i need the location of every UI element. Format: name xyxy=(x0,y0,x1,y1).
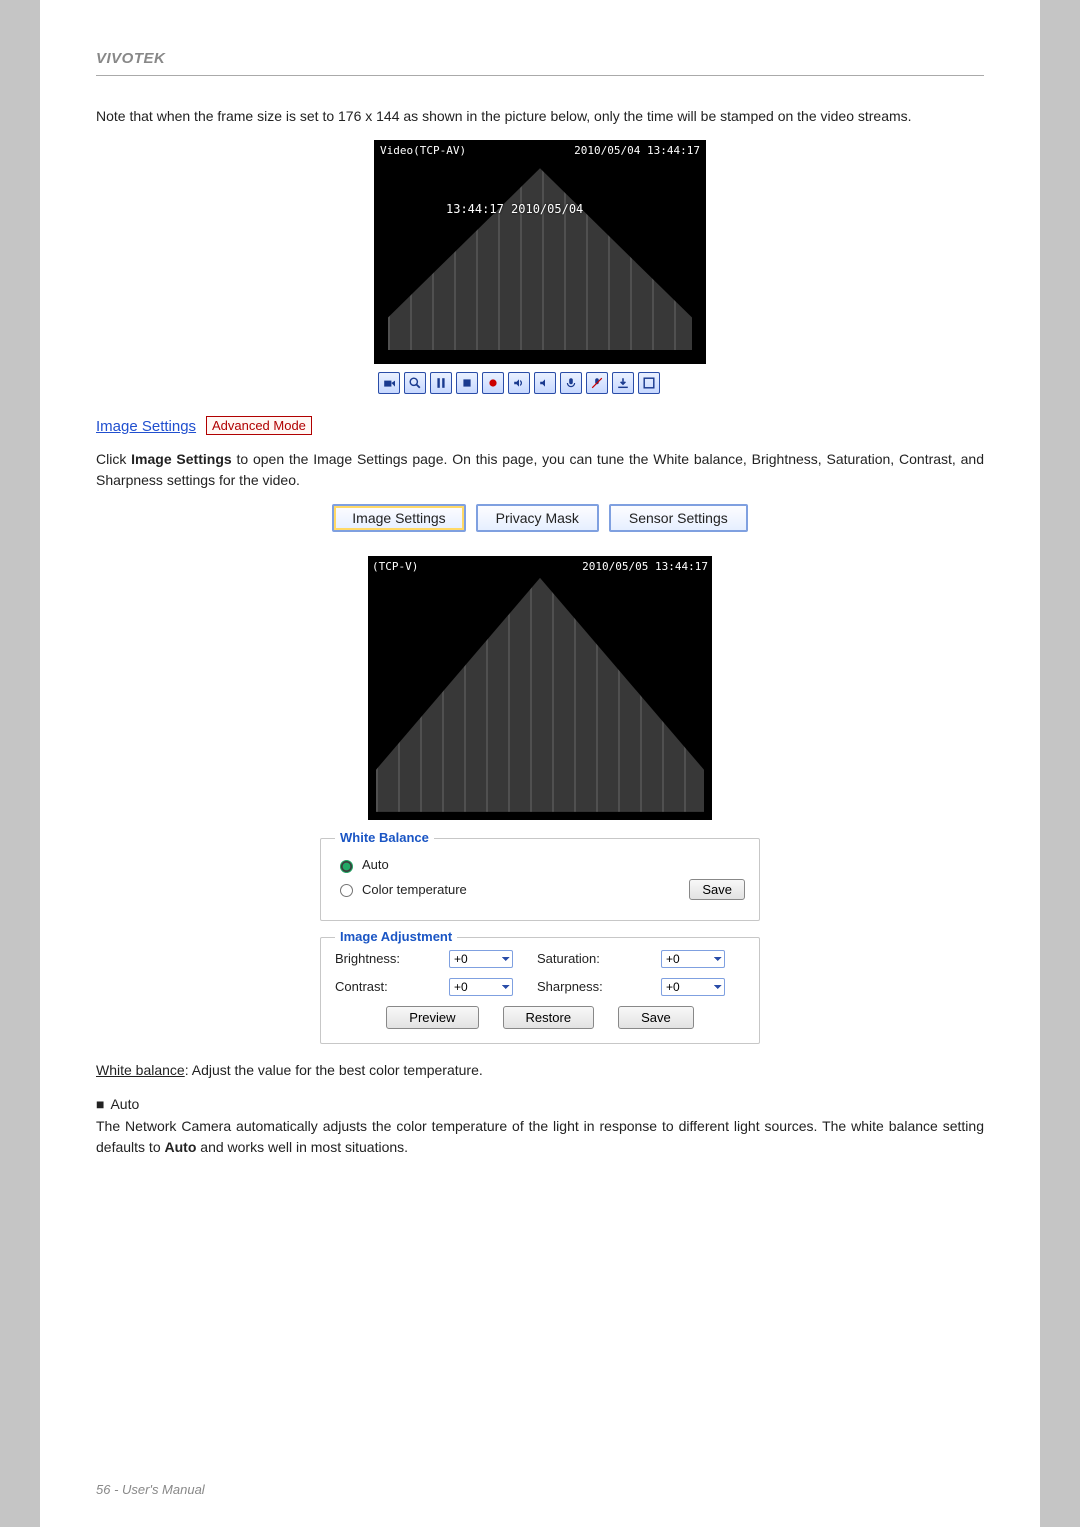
white-balance-fieldset: White Balance Auto Color temperature Sav… xyxy=(320,838,760,921)
footer: 56 - User's Manual xyxy=(96,1482,205,1497)
save-button[interactable]: Save xyxy=(618,1006,694,1029)
camera-icon[interactable] xyxy=(378,372,400,394)
tab-row: Image Settings Privacy Mask Sensor Setti… xyxy=(96,504,984,532)
image-settings-link[interactable]: Image Settings xyxy=(96,418,196,435)
divider xyxy=(96,75,984,76)
record-icon[interactable] xyxy=(482,372,504,394)
brand-header: VIVOTEK xyxy=(96,50,984,67)
video-frame-large: (TCP-V) 2010/05/05 13:44:17 xyxy=(368,556,712,820)
volume-up-icon[interactable] xyxy=(508,372,530,394)
large-video-preview: (TCP-V) 2010/05/05 13:44:17 xyxy=(368,556,712,820)
volume-down-icon[interactable] xyxy=(534,372,556,394)
auto-bold: Auto xyxy=(165,1139,197,1155)
auto-suffix: and works well in most situations. xyxy=(196,1139,408,1155)
note-paragraph: Note that when the frame size is set to … xyxy=(96,106,984,126)
brightness-select[interactable]: +0 xyxy=(449,950,513,968)
image-adjustment-legend: Image Adjustment xyxy=(335,929,457,944)
wb-colortemp-radio[interactable] xyxy=(340,884,353,897)
sharpness-label: Sharpness: xyxy=(537,979,637,994)
white-balance-legend: White Balance xyxy=(335,830,434,845)
saturation-select[interactable]: +0 xyxy=(661,950,725,968)
advanced-mode-badge: Advanced Mode xyxy=(206,416,312,435)
wb-rest: : Adjust the value for the best color te… xyxy=(185,1062,483,1078)
image-adjustment-fieldset: Image Adjustment Brightness: +0 Saturati… xyxy=(320,937,760,1044)
sharpness-select[interactable]: +0 xyxy=(661,978,725,996)
fullscreen-icon[interactable] xyxy=(638,372,660,394)
image-settings-heading: Image Settings Advanced Mode xyxy=(96,416,984,435)
zoom-icon[interactable] xyxy=(404,372,426,394)
white-balance-text: White balance: Adjust the value for the … xyxy=(96,1060,984,1080)
overlay-centertime: 13:44:17 2010/05/04 xyxy=(446,202,583,216)
auto-paragraph: The Network Camera automatically adjusts… xyxy=(96,1116,984,1157)
video-image-placeholder xyxy=(376,578,704,812)
wb-term: White balance xyxy=(96,1062,185,1078)
overlay-timestamp: 2010/05/05 13:44:17 xyxy=(582,560,708,573)
p-prefix: Click xyxy=(96,451,131,467)
settings-panel: White Balance Auto Color temperature Sav… xyxy=(320,838,760,1044)
overlay-protocol: (TCP-V) xyxy=(372,560,418,573)
brightness-label: Brightness: xyxy=(335,951,425,966)
preview-button[interactable]: Preview xyxy=(386,1006,478,1029)
wb-auto-radio[interactable] xyxy=(340,860,353,873)
tab-image-settings[interactable]: Image Settings xyxy=(332,504,465,532)
video-toolbar xyxy=(374,368,706,398)
mic-off-icon[interactable] xyxy=(586,372,608,394)
pause-icon[interactable] xyxy=(430,372,452,394)
wb-colortemp-label: Color temperature xyxy=(362,882,467,897)
contrast-label: Contrast: xyxy=(335,979,425,994)
wb-save-button[interactable]: Save xyxy=(689,879,745,900)
auto-heading: Auto xyxy=(96,1094,984,1114)
wb-auto-label: Auto xyxy=(362,857,389,872)
saturation-label: Saturation: xyxy=(537,951,637,966)
stop-icon[interactable] xyxy=(456,372,478,394)
overlay-protocol: Video(TCP-AV) xyxy=(380,144,466,157)
restore-button[interactable]: Restore xyxy=(503,1006,595,1029)
video-frame-small: Video(TCP-AV) 2010/05/04 13:44:17 13:44:… xyxy=(374,140,706,364)
image-settings-paragraph: Click Image Settings to open the Image S… xyxy=(96,449,984,490)
contrast-select[interactable]: +0 xyxy=(449,978,513,996)
mic-on-icon[interactable] xyxy=(560,372,582,394)
small-video-preview: Video(TCP-AV) 2010/05/04 13:44:17 13:44:… xyxy=(374,140,706,398)
video-image-placeholder xyxy=(388,168,692,350)
tab-sensor-settings[interactable]: Sensor Settings xyxy=(609,504,748,532)
download-icon[interactable] xyxy=(612,372,634,394)
p-bold: Image Settings xyxy=(131,451,232,467)
tab-privacy-mask[interactable]: Privacy Mask xyxy=(476,504,599,532)
overlay-timestamp: 2010/05/04 13:44:17 xyxy=(574,144,700,157)
